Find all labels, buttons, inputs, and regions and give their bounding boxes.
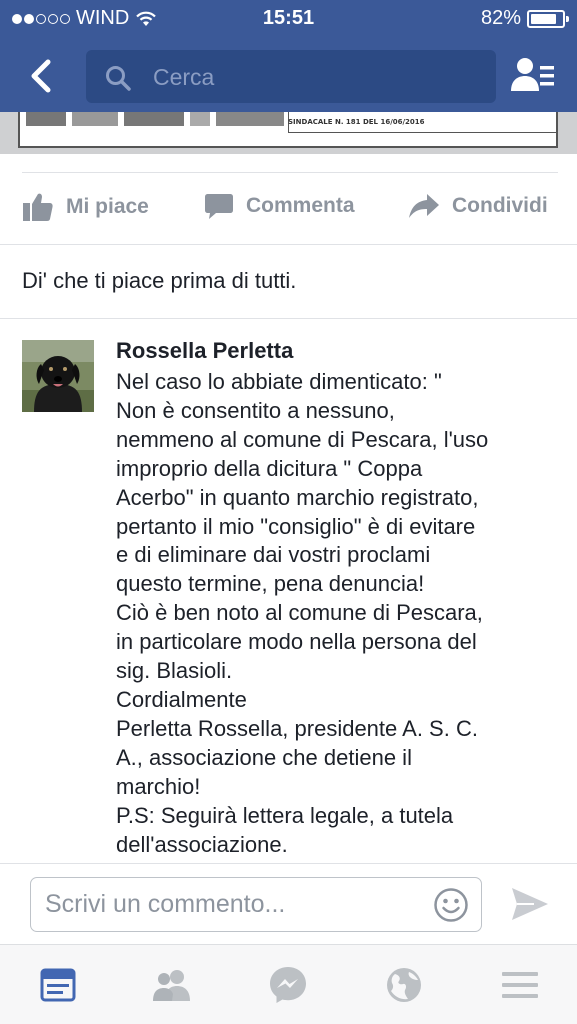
like-button[interactable]: Mi piace: [22, 192, 149, 222]
comment-line: Cordialmente: [116, 686, 247, 712]
comment-line: improprio della dicitura " Coppa: [116, 455, 423, 481]
post-image[interactable]: SINDACALE N. 181 DEL 16/06/2016: [18, 112, 558, 148]
post-actions: Mi piace Commenta Condividi: [0, 180, 577, 238]
like-label: Mi piace: [66, 195, 149, 218]
battery-icon: [527, 9, 569, 28]
messenger-icon: [270, 967, 306, 1003]
tab-news-feed[interactable]: [36, 963, 80, 1007]
comment-line: questo termine, pena denuncia!: [116, 571, 425, 597]
comment-line: dell'associazione.: [116, 831, 288, 857]
divider: [22, 172, 558, 173]
battery-percent: 82%: [480, 7, 521, 29]
comment-composer: Scrivi un commento...: [0, 864, 577, 944]
comment-input[interactable]: Scrivi un commento...: [30, 877, 482, 932]
friend-requests-button[interactable]: [510, 55, 560, 97]
tab-menu[interactable]: [498, 963, 542, 1007]
comment-button[interactable]: Commenta: [204, 192, 355, 220]
comment-line: Non è consentito a nessuno,: [116, 397, 395, 423]
comment-bubble-icon: [205, 194, 233, 219]
friends-icon: [153, 970, 190, 1001]
divider: [0, 318, 577, 319]
comment-line: pertanto il mio "consiglio" è di evitare: [116, 513, 476, 539]
battery-status: 82%: [480, 7, 569, 30]
comment-line: e di eliminare dai vostri proclami: [116, 542, 431, 568]
tab-friends[interactable]: [150, 963, 194, 1007]
comment-label: Commenta: [246, 194, 355, 217]
comment-line: Acerbo" in quanto marchio registrato,: [116, 484, 479, 510]
comment-line: in particolare modo nella persona del: [116, 629, 477, 655]
image-caption: SINDACALE N. 181 DEL 16/06/2016: [288, 118, 425, 126]
comment-line: P.S: Seguirà lettera legale, a tutela: [116, 802, 454, 828]
tab-messenger[interactable]: [266, 963, 310, 1007]
like-prompt[interactable]: Di' che ti piace prima di tutti.: [22, 268, 296, 294]
thumbs-up-icon: [23, 193, 53, 221]
comment-line: sig. Blasioli.: [116, 658, 233, 684]
comment-line: Nel caso lo abbiate dimenticato: ": [116, 369, 442, 394]
comment-author[interactable]: Rossella Perletta: [116, 338, 293, 364]
bottom-tab-bar: [0, 945, 577, 1024]
comment-line: A., associazione che detiene il: [116, 744, 412, 770]
share-label: Condividi: [452, 194, 548, 217]
comment-line: marchio!: [116, 773, 201, 799]
comment-placeholder: Scrivi un commento...: [45, 890, 286, 918]
dog-profile-photo: [22, 340, 94, 412]
status-bar: WIND 15:51 82%: [0, 0, 577, 38]
back-button[interactable]: [22, 56, 62, 96]
news-feed-icon: [40, 968, 76, 1002]
search-bar[interactable]: Cerca: [86, 50, 496, 103]
menu-icon: [502, 972, 538, 998]
comment-line: Ciò è ben noto al comune di Pescara,: [116, 600, 483, 626]
globe-icon: [387, 968, 421, 1002]
comment-line: nemmeno al comune di Pescara, l'uso: [116, 426, 489, 452]
comment-line: Perletta Rossella, presidente A. S. C.: [116, 715, 478, 741]
divider: [0, 244, 577, 245]
comment-body: Nel caso lo abbiate dimenticato: " Non è…: [116, 368, 566, 859]
chevron-left-icon: [31, 59, 51, 93]
search-placeholder: Cerca: [153, 64, 215, 90]
share-arrow-icon: [409, 194, 439, 218]
send-icon[interactable]: [510, 886, 550, 922]
search-icon: [106, 66, 131, 91]
header-bar: WIND 15:51 82% Cerca: [0, 0, 577, 112]
share-button[interactable]: Condividi: [408, 192, 548, 220]
friend-requests-icon: [511, 58, 554, 91]
avatar[interactable]: [22, 340, 94, 412]
smiley-icon[interactable]: [433, 887, 469, 923]
tab-notifications[interactable]: [382, 963, 426, 1007]
